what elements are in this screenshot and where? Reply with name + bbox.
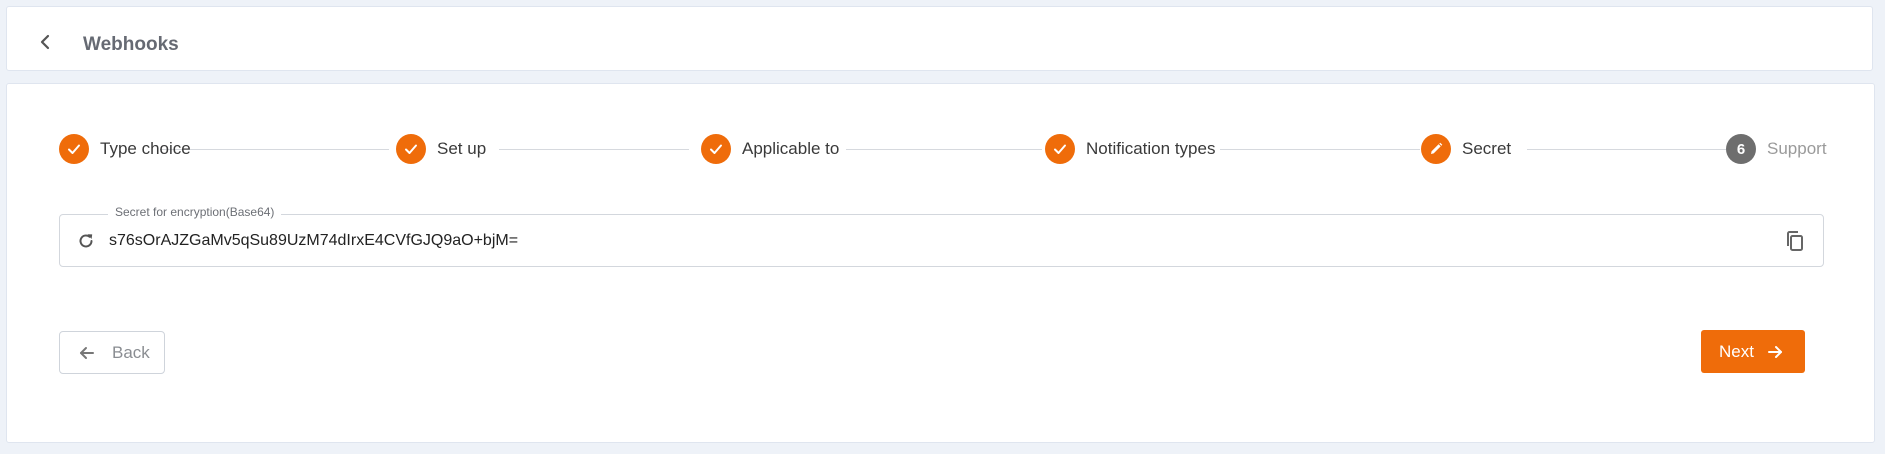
check-icon <box>68 144 80 154</box>
next-button[interactable]: Next <box>1701 330 1805 373</box>
step-connector <box>160 149 389 150</box>
secret-field-label: Secret for encryption(Base64) <box>108 205 282 219</box>
back-button[interactable]: Back <box>59 331 165 374</box>
step-connector <box>1220 149 1420 150</box>
secret-value[interactable]: s76sOrAJZGaMv5qSu89UzM74dIrxE4CVfGJQ9aO+… <box>109 232 518 250</box>
step-label: Set up <box>437 139 487 158</box>
step-done-badge <box>396 134 426 164</box>
step-connector <box>1527 149 1726 150</box>
wizard-card: Type choice Set up Applicable to Notific… <box>6 83 1875 443</box>
step-done-badge <box>701 134 731 164</box>
back-button-label: Back <box>112 342 150 362</box>
step-number-badge: 6 <box>1726 134 1756 164</box>
step-connector <box>846 149 1042 150</box>
step-connector <box>499 149 689 150</box>
step-done-badge <box>59 134 89 164</box>
step-label: Notification types <box>1086 139 1216 158</box>
step-label: Support <box>1767 139 1827 158</box>
step-active-badge <box>1421 134 1451 164</box>
page-header: Webhooks <box>6 6 1873 71</box>
step-label: Type choice <box>100 139 191 158</box>
arrow-right-icon <box>1767 345 1782 358</box>
step-set-up[interactable]: Set up <box>396 133 486 165</box>
chevron-left-icon[interactable] <box>37 33 55 51</box>
step-label: Secret <box>1462 139 1512 158</box>
step-label: Applicable to <box>742 139 840 158</box>
secret-field[interactable]: Secret for encryption(Base64) s76sOrAJZG… <box>59 205 1824 267</box>
page-title: Webhooks <box>83 34 179 55</box>
step-type-choice[interactable]: Type choice <box>59 133 191 165</box>
check-icon <box>405 144 417 154</box>
arrow-left-icon <box>80 346 94 359</box>
step-secret[interactable]: Secret <box>1421 133 1511 165</box>
next-button-label: Next <box>1719 341 1754 361</box>
copy-icon[interactable] <box>1783 229 1807 253</box>
check-icon <box>1054 144 1066 154</box>
step-support[interactable]: 6 Support <box>1726 133 1827 165</box>
refresh-icon[interactable] <box>76 231 96 251</box>
step-notification-types[interactable]: Notification types <box>1045 133 1215 165</box>
step-applicable-to[interactable]: Applicable to <box>701 133 839 165</box>
pencil-icon <box>1431 142 1443 154</box>
step-done-badge <box>1045 134 1075 164</box>
check-icon <box>710 144 722 154</box>
